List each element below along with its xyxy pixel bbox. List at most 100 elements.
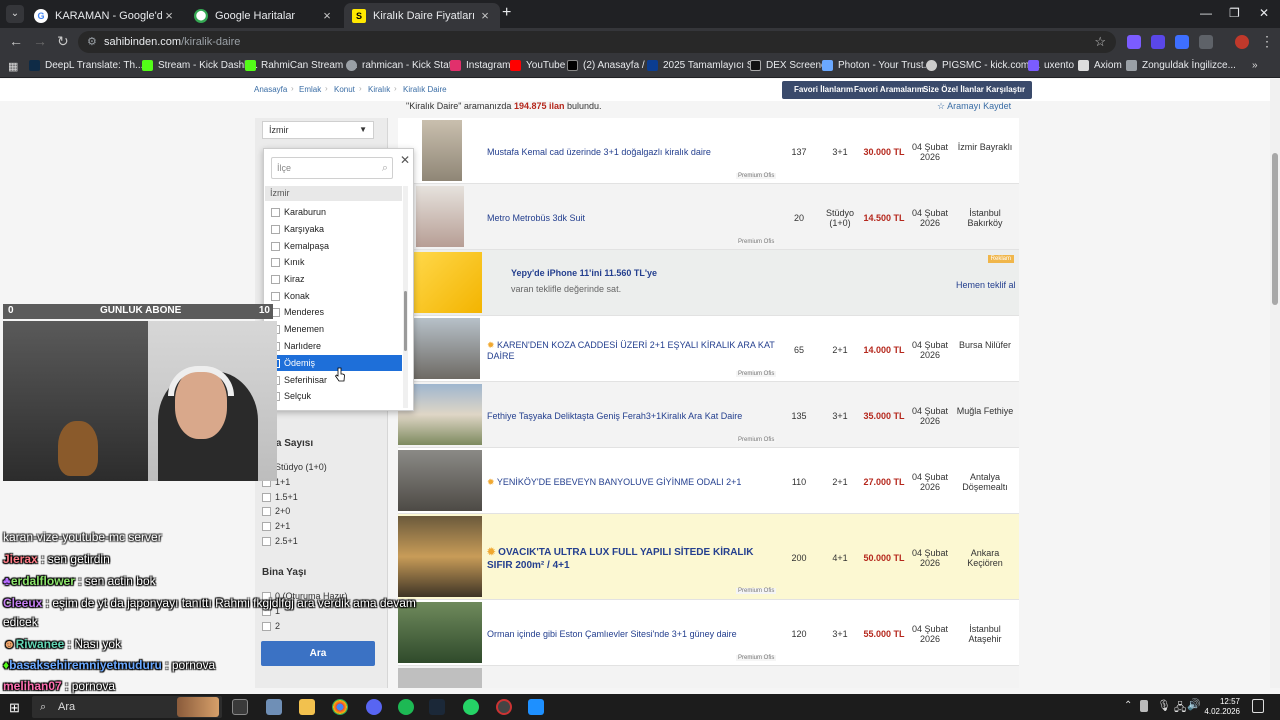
tab-karaman-google[interactable]: G KARAMAN - Google'da Ara × [26, 3, 184, 28]
bookmark-pigsmc[interactable]: PIGSMC - kick.com/... [926, 60, 1040, 71]
bookmark-instagram[interactable]: Instagram [450, 60, 510, 71]
district-option[interactable]: Kiraz [265, 271, 402, 287]
steam-icon[interactable] [429, 699, 445, 715]
bookmark-kick-stats[interactable]: rahmican - Kick Stat... [346, 60, 460, 71]
tab-search-button[interactable]: ⌄ [6, 5, 24, 23]
new-tab-icon[interactable]: + [502, 4, 511, 22]
district-option[interactable]: Konak [265, 288, 402, 304]
close-tab-icon[interactable]: × [478, 8, 492, 23]
listing-row[interactable]: Orman içinde gibi Eston Çamlıevler Sites… [398, 600, 1019, 666]
more-bookmarks-icon[interactable]: » [1252, 60, 1258, 71]
site-info-icon[interactable]: ⚙ [87, 31, 97, 53]
rooms-option[interactable]: 2+0 [262, 506, 290, 516]
listing-title[interactable]: ✹ YENİKÖY'DE EBEVEYN BANYOLUVE GİYİNME O… [487, 477, 741, 488]
search-button[interactable]: Ara [261, 641, 375, 666]
nav-special-listings[interactable]: Size Özel İlanlar [923, 85, 984, 94]
listing-title[interactable]: Mustafa Kemal cad üzerinde 3+1 doğalgazl… [487, 147, 711, 157]
extensions-puzzle-icon[interactable] [1199, 35, 1213, 49]
district-option[interactable]: Menderes [265, 304, 402, 320]
listing-row[interactable]: ✹ YENİKÖY'DE EBEVEYN BANYOLUVE GİYİNME O… [398, 448, 1019, 514]
discord-icon[interactable] [366, 699, 382, 715]
bookmark-kick-dashboard[interactable]: Stream - Kick Dashb... [142, 60, 258, 71]
district-option[interactable]: Narlıdere [265, 338, 402, 354]
bookmark-tamamlayici[interactable]: 2025 Tamamlayıcı S... [647, 60, 762, 71]
listing-row[interactable] [398, 666, 1019, 688]
forward-icon[interactable]: → [33, 33, 47, 49]
listing-title[interactable]: Fethiye Taşyaka Deliktaşta Geniş Ferah3+… [487, 411, 742, 421]
file-explorer-icon[interactable] [299, 699, 315, 715]
listing-photo[interactable] [422, 120, 462, 181]
taskbar-clock[interactable]: 12:57 4.02.2026 [1196, 697, 1240, 717]
district-option[interactable]: Karaburun [265, 204, 402, 220]
district-option[interactable]: Menemen [265, 321, 402, 337]
whatsapp-icon[interactable] [463, 699, 479, 715]
district-option[interactable]: Karşıyaka [265, 221, 402, 237]
back-icon[interactable]: ← [9, 33, 23, 49]
listing-photo[interactable] [414, 318, 480, 379]
breadcrumb-item[interactable]: Kiralık Daire [403, 85, 447, 94]
taskbar-search[interactable]: ⌕ Ara [32, 696, 222, 718]
extension-icon[interactable] [1127, 35, 1141, 49]
listing-row[interactable]: Metro Metrobüs 3dk Suit Premium Ofis 20 … [398, 184, 1019, 250]
nav-favorite-listings[interactable]: Favori İlanlarım [794, 85, 853, 94]
menu-icon[interactable]: ⋮ [1260, 33, 1274, 50]
district-option[interactable]: Kemalpaşa [265, 238, 402, 254]
tab-sahibinden[interactable]: S Kiralık Daire Fiyatları ve Kiralık İ × [344, 3, 500, 28]
building-age-option[interactable]: 2 [262, 621, 280, 631]
rooms-option[interactable]: 2+1 [262, 521, 290, 531]
notifications-icon[interactable] [1252, 699, 1264, 713]
listing-photo[interactable] [416, 186, 464, 247]
app-icon[interactable] [528, 699, 544, 715]
breadcrumb-item[interactable]: Kiralık [368, 85, 390, 94]
listing-title[interactable]: ✹ KAREN'DEN KOZA CADDESİ ÜZERİ 2+1 EŞYAL… [487, 340, 777, 362]
listing-row-featured[interactable]: ✹ OVACIK'TA ULTRA LUX FULL YAPILI SİTEDE… [398, 514, 1019, 600]
bookmark-deepl[interactable]: DeepL Translate: Th... [29, 60, 143, 71]
close-tab-icon[interactable]: × [320, 8, 334, 23]
nav-compare[interactable]: Karşılaştır [986, 85, 1025, 94]
bookmark-youtube[interactable]: YouTube [510, 60, 565, 71]
district-search-input[interactable]: İlçe ⌕ [271, 157, 393, 179]
ad-title[interactable]: Yepy'de iPhone 11'ini 11.560 TL'ye [511, 268, 657, 278]
ad-image[interactable] [414, 252, 482, 313]
network-icon[interactable]: 🖧 [1174, 699, 1186, 718]
app-icon[interactable] [496, 699, 512, 715]
breadcrumb-item[interactable]: Konut [334, 85, 355, 94]
listing-photo[interactable] [398, 602, 482, 663]
tray-chevron-icon[interactable]: ⌃ [1124, 700, 1132, 711]
bookmark-x[interactable]: (2) Anasayfa / X [567, 60, 654, 71]
extension-icon[interactable] [1151, 35, 1165, 49]
bookmark-uxento[interactable]: uxento [1028, 60, 1074, 71]
rooms-option[interactable]: 1.5+1 [262, 492, 298, 502]
breadcrumb-item[interactable]: Anasayfa [254, 85, 287, 94]
district-option[interactable]: Selçuk [265, 388, 402, 404]
ad-cta-link[interactable]: Hemen teklif al [956, 280, 1016, 290]
district-option[interactable]: Kınık [265, 254, 402, 270]
bookmark-axiom[interactable]: Axiom [1078, 60, 1122, 71]
app-icon[interactable] [266, 699, 282, 715]
tab-google-maps[interactable]: ⬤ Google Haritalar × [186, 3, 342, 28]
listing-title[interactable]: Orman içinde gibi Eston Çamlıevler Sites… [487, 629, 737, 639]
breadcrumb-item[interactable]: Emlak [299, 85, 321, 94]
microphone-icon[interactable]: 🎙 [1157, 699, 1171, 712]
bookmark-photon[interactable]: Photon - Your Trust... [822, 60, 932, 71]
bookmark-rahmican-stream[interactable]: RahmiCan Stream -... [245, 60, 358, 71]
save-search-link[interactable]: ☆ Aramayı Kaydet [937, 101, 1011, 112]
close-tab-icon[interactable]: × [162, 8, 176, 23]
ad-row[interactable]: Yepy'de iPhone 11'ini 11.560 TL'ye varan… [398, 250, 1019, 316]
city-select[interactable]: İzmir ▼ [262, 121, 374, 139]
close-window-icon[interactable]: ✕ [1259, 6, 1269, 20]
spotify-icon[interactable] [398, 699, 414, 715]
windows-start-icon[interactable]: ⊞ [9, 700, 20, 716]
bookmark-zonguldak[interactable]: Zonguldak İngilizce... [1126, 60, 1236, 71]
listing-title[interactable]: Metro Metrobüs 3dk Suit [487, 213, 585, 223]
bookmark-dexscreener[interactable]: DEX Screener [750, 60, 830, 71]
listing-row[interactable]: ✹ KAREN'DEN KOZA CADDESİ ÜZERİ 2+1 EŞYAL… [398, 316, 1019, 382]
page-scrollbar[interactable] [1270, 79, 1280, 688]
bookmark-star-icon[interactable]: ☆ [1094, 31, 1106, 53]
minimize-icon[interactable]: — [1200, 6, 1212, 20]
listing-photo[interactable] [398, 450, 482, 511]
apps-icon[interactable]: ▦ [8, 60, 18, 73]
listing-photo[interactable] [398, 668, 482, 688]
address-bar[interactable]: ⚙ sahibinden.com/kiralik-daire ☆ [78, 31, 1116, 53]
listing-row[interactable]: Mustafa Kemal cad üzerinde 3+1 doğalgazl… [398, 118, 1019, 184]
